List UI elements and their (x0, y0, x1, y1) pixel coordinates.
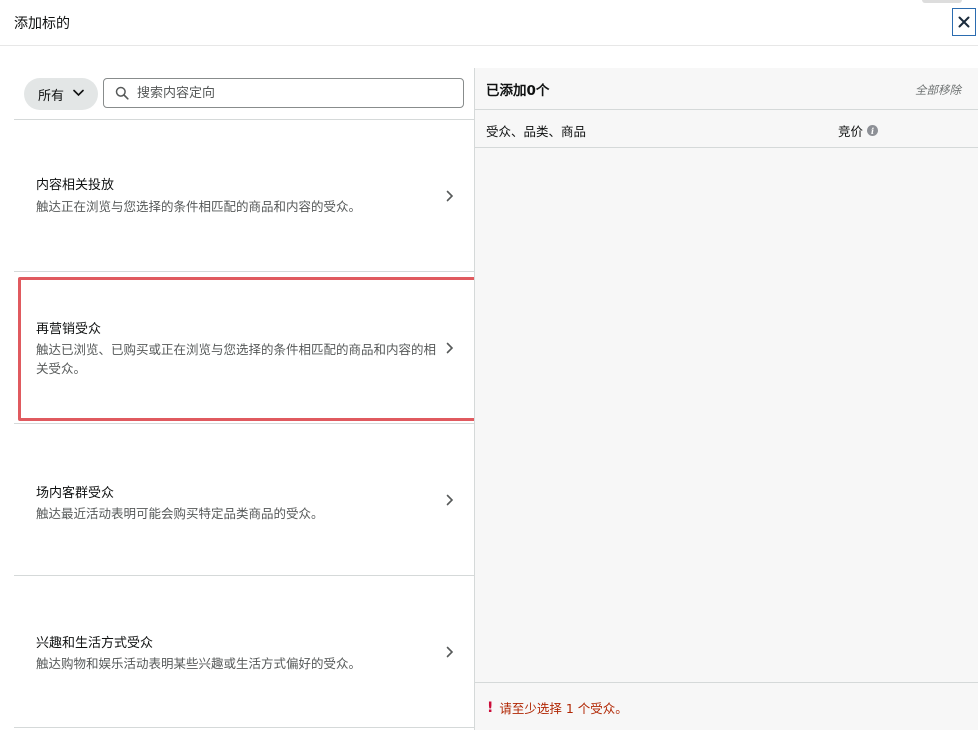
filter-dropdown-label: 所有 (38, 88, 65, 104)
category-description: 触达已浏览、已购买或正在浏览与您选择的条件相匹配的商品和内容的相关受众。 (36, 342, 437, 376)
close-button[interactable] (952, 8, 976, 36)
chevron-right-icon (446, 190, 454, 202)
search-icon (115, 86, 129, 100)
remove-all-link[interactable]: 全部移除 (915, 82, 961, 98)
added-header: 已添加0个 全部移除 (475, 68, 978, 110)
category-item-remarketing[interactable]: 再营销受众 触达已浏览、已购买或正在浏览与您选择的条件相匹配的商品和内容的相关受… (14, 272, 474, 424)
search-box (103, 78, 464, 108)
added-targets-panel: 已添加0个 全部移除 受众、品类、商品 竞价 i ! 请至少选择 1 个受众。 (474, 68, 978, 730)
window-edge-mark (922, 0, 962, 3)
category-title: 兴趣和生活方式受众 (36, 636, 154, 651)
close-icon (958, 16, 970, 28)
modal-title: 添加标的 (14, 16, 70, 32)
chevron-right-icon (446, 494, 454, 506)
chevron-right-icon (446, 342, 454, 354)
filter-row: 所有 (14, 68, 474, 120)
category-description: 触达购物和娱乐活动表明某些兴趣或生活方式偏好的受众。 (36, 656, 362, 671)
targeting-category-panel: 所有 内容相关投放 触达正在浏览与您选择的条件相匹配的商品和内容的受众。 再营销… (14, 68, 474, 744)
category-title: 场内客群受众 (36, 486, 115, 501)
search-input[interactable] (137, 80, 457, 106)
category-description: 触达正在浏览与您选择的条件相匹配的商品和内容的受众。 (36, 199, 362, 214)
column-header-bid: 竞价 i (838, 121, 879, 140)
modal-header: 添加标的 (0, 0, 978, 46)
category-item-contextual[interactable]: 内容相关投放 触达正在浏览与您选择的条件相匹配的商品和内容的受众。 (14, 120, 474, 272)
info-icon[interactable]: i (867, 125, 879, 136)
added-count: 已添加0个 (486, 83, 550, 99)
category-title: 再营销受众 (36, 322, 102, 337)
category-title: 内容相关投放 (36, 178, 115, 193)
filter-dropdown[interactable]: 所有 (24, 78, 98, 110)
exclamation-icon: ! (487, 699, 494, 716)
validation-warning: ! 请至少选择 1 个受众。 (487, 698, 628, 717)
validation-footer: ! 请至少选择 1 个受众。 (475, 682, 978, 730)
category-list: 内容相关投放 触达正在浏览与您选择的条件相匹配的商品和内容的受众。 再营销受众 … (14, 120, 474, 728)
chevron-down-icon (73, 89, 84, 97)
category-description: 触达最近活动表明可能会购买特定品类商品的受众。 (36, 506, 324, 521)
category-item-in-market[interactable]: 场内客群受众 触达最近活动表明可能会购买特定品类商品的受众。 (14, 424, 474, 576)
validation-warning-text: 请至少选择 1 个受众。 (499, 701, 628, 716)
column-header-audience: 受众、品类、商品 (486, 124, 587, 139)
chevron-right-icon (446, 646, 454, 658)
column-header-bid-label: 竞价 (838, 124, 864, 139)
category-item-interests-lifestyle[interactable]: 兴趣和生活方式受众 触达购物和娱乐活动表明某些兴趣或生活方式偏好的受众。 (14, 576, 474, 728)
table-header: 受众、品类、商品 竞价 i (475, 110, 978, 148)
